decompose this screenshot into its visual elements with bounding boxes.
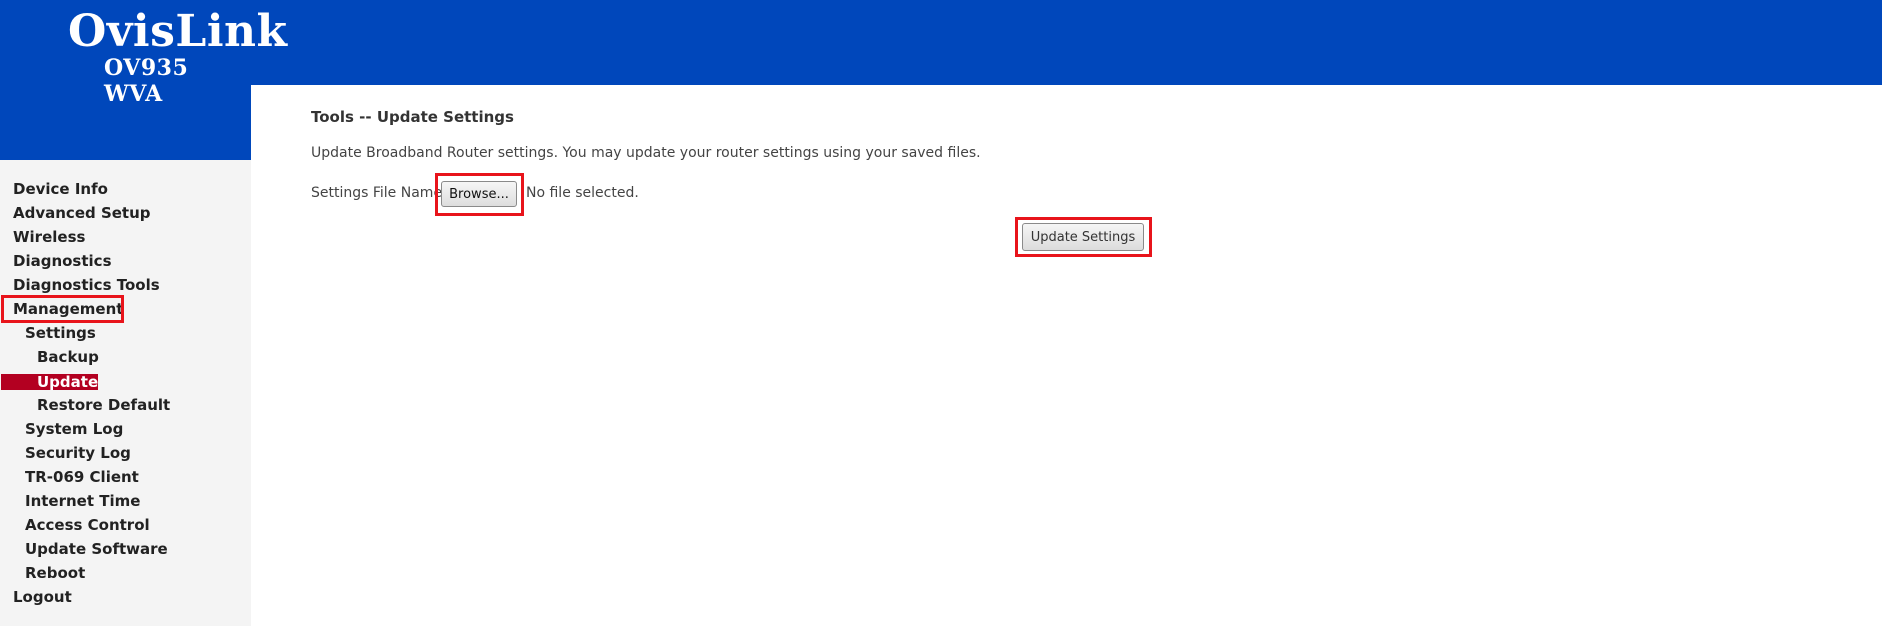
sidebar-item-security-log[interactable]: Security Log xyxy=(25,442,131,464)
sidebar-item-logout[interactable]: Logout xyxy=(13,586,72,608)
sidebar-item-device-info[interactable]: Device Info xyxy=(13,178,108,200)
sidebar-item-backup[interactable]: Backup xyxy=(37,346,99,368)
logo-block: OvisLink OV935 WVA xyxy=(0,0,287,160)
sidebar-item-tr069-client[interactable]: TR-069 Client xyxy=(25,466,139,488)
file-status-text: No file selected. xyxy=(526,185,639,201)
sidebar-item-update[interactable]: Update xyxy=(1,374,98,390)
settings-file-label: Settings File Name: xyxy=(311,185,447,201)
update-settings-button[interactable]: Update Settings xyxy=(1022,223,1144,251)
page: OvisLink OV935 WVA Device Info Advanced … xyxy=(0,0,1882,626)
sidebar-item-update-software[interactable]: Update Software xyxy=(25,538,168,560)
sidebar-item-diagnostics[interactable]: Diagnostics xyxy=(13,250,112,272)
sidebar-nav: Device Info Advanced Setup Wireless Diag… xyxy=(0,160,251,626)
sidebar-item-internet-time[interactable]: Internet Time xyxy=(25,490,140,512)
sidebar-item-restore-default[interactable]: Restore Default xyxy=(37,394,170,416)
sidebar-item-advanced-setup[interactable]: Advanced Setup xyxy=(13,202,151,224)
sidebar-item-settings[interactable]: Settings xyxy=(25,322,96,344)
sidebar-item-wireless[interactable]: Wireless xyxy=(13,226,85,248)
sidebar-item-access-control[interactable]: Access Control xyxy=(25,514,150,536)
sidebar-item-system-log[interactable]: System Log xyxy=(25,418,123,440)
brand-model: OV935 WVA xyxy=(104,55,189,107)
page-title: Tools -- Update Settings xyxy=(311,108,514,126)
browse-button[interactable]: Browse... xyxy=(441,181,517,207)
brand-logo-name: OvisLink xyxy=(68,6,288,57)
sidebar-item-management[interactable]: Management xyxy=(13,298,123,320)
sidebar-item-diagnostics-tools[interactable]: Diagnostics Tools xyxy=(13,274,160,296)
page-description: Update Broadband Router settings. You ma… xyxy=(311,145,981,161)
sidebar-item-reboot[interactable]: Reboot xyxy=(25,562,85,584)
